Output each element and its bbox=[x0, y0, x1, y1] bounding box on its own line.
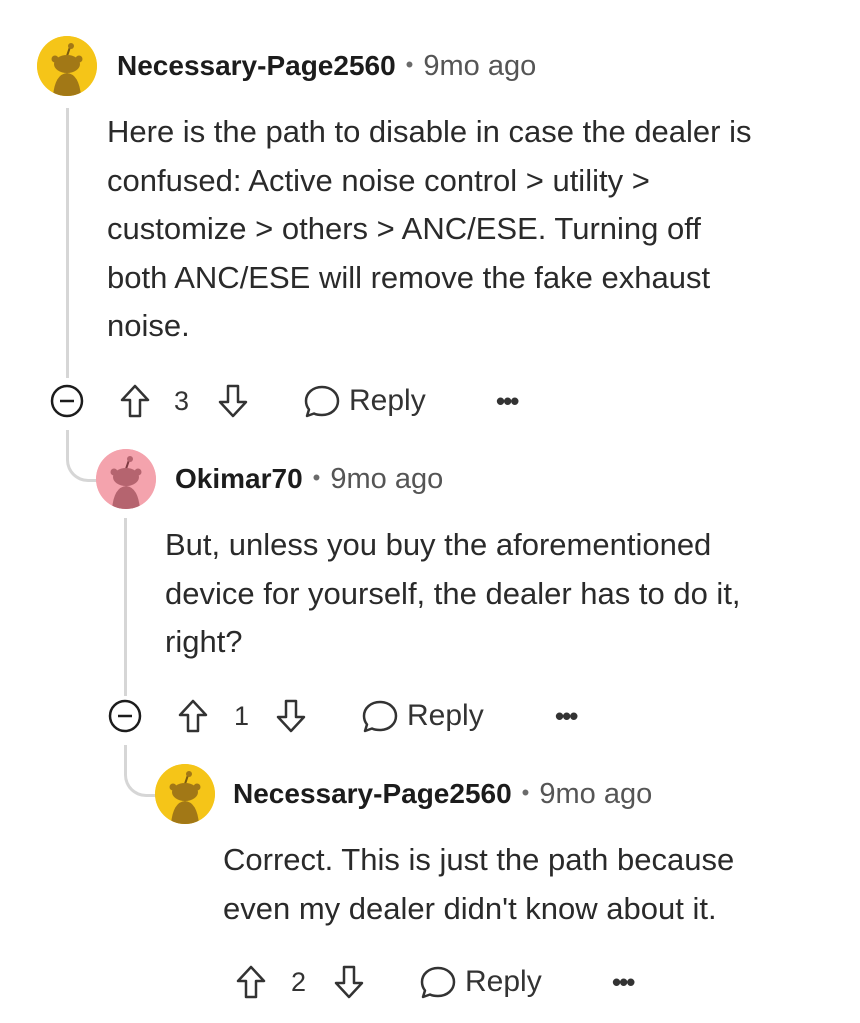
comment-actions: 2 Reply ••• bbox=[0, 960, 860, 1004]
snoo-avatar-icon bbox=[96, 449, 156, 509]
comment-text-line: both ANC/ESE will remove the fake exhaus… bbox=[107, 259, 711, 295]
comment-text-line: But, unless you buy the aforementioned bbox=[165, 527, 712, 562]
reply-button[interactable]: Reply bbox=[361, 694, 484, 738]
vote-count: 1 bbox=[234, 701, 250, 731]
user-avatar[interactable] bbox=[155, 764, 215, 824]
timestamp: 9mo ago bbox=[539, 778, 653, 810]
downvote-arrow-icon bbox=[276, 699, 306, 733]
reply-label: Reply bbox=[349, 384, 426, 417]
snoo-avatar-icon bbox=[155, 764, 215, 824]
reply-label: Reply bbox=[465, 965, 542, 998]
reply-button[interactable]: Reply bbox=[419, 960, 542, 1004]
reply-button[interactable]: Reply bbox=[303, 379, 426, 423]
comment-meta: Okimar70 • 9mo ago bbox=[175, 460, 443, 497]
username[interactable]: Necessary-Page2560 bbox=[117, 50, 396, 81]
comment-text-line: Correct. This is just the path because bbox=[223, 842, 735, 877]
comment-text-line: noise. bbox=[107, 308, 190, 343]
upvote-button[interactable] bbox=[119, 379, 151, 423]
comment-body: Here is the path to disable in case the … bbox=[107, 108, 752, 351]
collapse-button[interactable] bbox=[108, 694, 142, 738]
comment-bubble-icon bbox=[420, 966, 456, 999]
username[interactable]: Necessary-Page2560 bbox=[233, 778, 512, 809]
upvote-arrow-icon bbox=[120, 384, 150, 418]
downvote-arrow-icon bbox=[334, 965, 364, 999]
more-options-button[interactable]: ••• bbox=[496, 379, 519, 423]
downvote-button[interactable] bbox=[217, 379, 249, 423]
comment-text-line: confused: Active noise control > utility… bbox=[107, 162, 650, 198]
upvote-button[interactable] bbox=[235, 960, 267, 1004]
downvote-button[interactable] bbox=[275, 694, 307, 738]
snoo-avatar-icon bbox=[37, 36, 97, 96]
collapse-button[interactable] bbox=[50, 379, 84, 423]
comment-text-line: right? bbox=[165, 624, 243, 659]
upvote-arrow-icon bbox=[236, 965, 266, 999]
comment-actions: 1 Reply ••• bbox=[0, 694, 860, 738]
comment-actions: 3 Reply ••• bbox=[0, 379, 860, 423]
downvote-button[interactable] bbox=[333, 960, 365, 1004]
comment-body: Correct. This is just the path because e… bbox=[223, 836, 734, 933]
user-avatar[interactable] bbox=[37, 36, 97, 96]
thread-line-connector bbox=[66, 430, 100, 482]
downvote-arrow-icon bbox=[218, 384, 248, 418]
comment-meta: Necessary-Page2560 • 9mo ago bbox=[117, 47, 536, 84]
more-options-button[interactable]: ••• bbox=[612, 960, 635, 1004]
timestamp: 9mo ago bbox=[423, 50, 537, 82]
comment-meta: Necessary-Page2560 • 9mo ago bbox=[233, 775, 652, 812]
timestamp: 9mo ago bbox=[330, 463, 444, 495]
upvote-arrow-icon bbox=[178, 699, 208, 733]
comment-text-line: even my dealer didn't know about it. bbox=[223, 890, 717, 926]
more-options-button[interactable]: ••• bbox=[555, 694, 578, 738]
user-avatar[interactable] bbox=[96, 449, 156, 509]
comment-bubble-icon bbox=[362, 700, 398, 733]
meta-separator: • bbox=[312, 465, 321, 490]
thread-line bbox=[66, 108, 69, 378]
upvote-button[interactable] bbox=[177, 694, 209, 738]
vote-count: 2 bbox=[291, 967, 307, 997]
comment-bubble-icon bbox=[304, 385, 340, 418]
meta-separator: • bbox=[521, 780, 530, 805]
reply-label: Reply bbox=[407, 699, 484, 732]
collapse-minus-icon bbox=[50, 384, 84, 418]
username[interactable]: Okimar70 bbox=[175, 463, 303, 494]
thread-line bbox=[124, 518, 127, 696]
comment-body: But, unless you buy the aforementioned d… bbox=[165, 521, 741, 667]
collapse-minus-icon bbox=[108, 699, 142, 733]
vote-count: 3 bbox=[174, 386, 190, 416]
comment-text-line: Here is the path to disable in case the … bbox=[107, 114, 752, 149]
meta-separator: • bbox=[405, 52, 414, 77]
comment-text-line: device for yourself, the dealer has to d… bbox=[165, 575, 741, 611]
comment-text-line: customize > others > ANC/ESE. Turning of… bbox=[107, 211, 701, 246]
